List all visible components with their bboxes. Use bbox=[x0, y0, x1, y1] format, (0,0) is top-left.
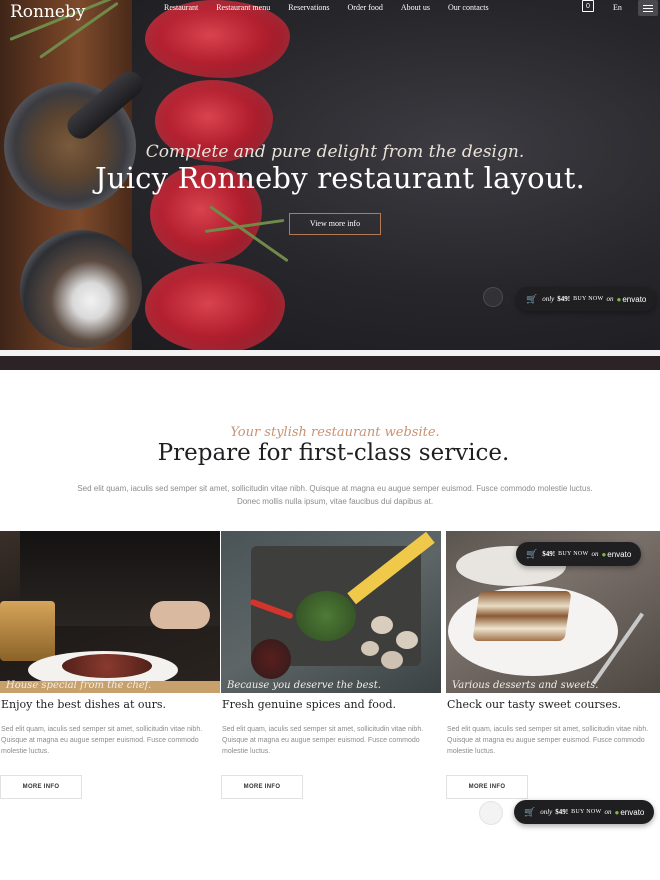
badge-on-text: on bbox=[606, 295, 614, 303]
nav-item-about-us[interactable]: About us bbox=[401, 3, 430, 12]
envato-logo-text: envato bbox=[620, 807, 645, 817]
nav-item-restaurant-menu[interactable]: Restaurant menu bbox=[216, 3, 270, 12]
cart-icon: 🛒 bbox=[526, 548, 538, 559]
card-title: Enjoy the best dishes at ours. bbox=[1, 698, 167, 711]
badge-only-text: only bbox=[542, 295, 555, 303]
hero-headline: Juicy Ronneby restaurant layout. bbox=[95, 161, 585, 195]
card-caption: Various desserts and sweets. bbox=[452, 680, 599, 691]
badge-buy-text: BUY NOW bbox=[558, 551, 589, 557]
envato-leaf-icon: ● bbox=[616, 294, 622, 304]
card-caption: House special from the chef. bbox=[6, 680, 152, 691]
hero-tagline: Complete and pure delight from the desig… bbox=[145, 142, 525, 162]
intro-script-heading: Your stylish restaurant website. bbox=[230, 425, 440, 440]
feature-card-dishes: House special from the chef. Enjoy the b… bbox=[0, 531, 220, 799]
steak-image-4 bbox=[145, 263, 285, 353]
envato-leaf-icon: ● bbox=[601, 549, 607, 559]
more-info-button[interactable]: MORE INFO bbox=[0, 775, 82, 799]
language-switcher[interactable]: En bbox=[613, 3, 622, 12]
badge-price: $49! bbox=[542, 550, 556, 558]
card-text: Sed elit quam, iaculis sed semper sit am… bbox=[222, 726, 424, 755]
more-info-button[interactable]: MORE INFO bbox=[221, 775, 303, 799]
card-title: Check our tasty sweet courses. bbox=[447, 698, 621, 711]
feature-card-spices: Because you deserve the best. Fresh genu… bbox=[221, 531, 441, 799]
badge-on-text: on bbox=[591, 550, 599, 558]
main-nav: Restaurant Restaurant menu Reservations … bbox=[164, 3, 507, 12]
hero-bottom-strip bbox=[0, 356, 660, 370]
badge-only-text: only bbox=[540, 808, 553, 816]
card-title: Fresh genuine spices and food. bbox=[222, 698, 397, 711]
badge-on-text: on bbox=[604, 808, 612, 816]
floating-circle-button[interactable] bbox=[479, 801, 503, 825]
envato-logo-text: envato bbox=[607, 549, 632, 559]
card-text: Sed elit quam, iaculis sed semper sit am… bbox=[447, 726, 649, 755]
spices-photo: Because you deserve the best. bbox=[221, 531, 441, 693]
envato-logo-text: envato bbox=[622, 294, 647, 304]
badge-price: $49! bbox=[555, 808, 569, 816]
envato-buy-badge[interactable]: 🛒 only $49! BUY NOW on ● envato bbox=[514, 800, 655, 824]
card-text: Sed elit quam, iaculis sed semper sit am… bbox=[1, 726, 203, 755]
cart-icon[interactable]: 0 bbox=[582, 0, 594, 12]
chef-photo: House special from the chef. bbox=[0, 531, 220, 693]
intro-text: Sed elit quam, iaculis sed semper sit am… bbox=[77, 484, 593, 506]
menu-icon[interactable] bbox=[638, 0, 658, 16]
nav-item-reservations[interactable]: Reservations bbox=[288, 3, 329, 12]
card-caption: Because you deserve the best. bbox=[227, 680, 381, 691]
scroll-circle-button[interactable] bbox=[483, 287, 503, 307]
envato-buy-badge[interactable]: 🛒 $49! BUY NOW on ● envato bbox=[516, 542, 642, 566]
cart-icon: 🛒 bbox=[526, 293, 538, 304]
envato-leaf-icon: ● bbox=[614, 807, 620, 817]
badge-buy-text: BUY NOW bbox=[573, 296, 604, 302]
envato-buy-badge[interactable]: 🛒 only $49! BUY NOW on ● envato bbox=[516, 287, 657, 311]
badge-price: $49! bbox=[557, 295, 571, 303]
view-more-info-button[interactable]: View more info bbox=[289, 213, 381, 235]
cart-icon: 🛒 bbox=[524, 806, 536, 817]
badge-buy-text: BUY NOW bbox=[571, 809, 602, 815]
brand-logo[interactable]: Ronneby bbox=[10, 2, 85, 22]
hero-section: Ronneby Restaurant Restaurant menu Reser… bbox=[0, 0, 660, 370]
nav-item-restaurant[interactable]: Restaurant bbox=[164, 3, 198, 12]
more-info-button[interactable]: MORE INFO bbox=[446, 775, 528, 799]
salt-bowl-image bbox=[20, 230, 142, 348]
nav-item-our-contacts[interactable]: Our contacts bbox=[448, 3, 489, 12]
intro-title: Prepare for first-class service. bbox=[157, 440, 510, 466]
nav-item-order-food[interactable]: Order food bbox=[348, 3, 383, 12]
